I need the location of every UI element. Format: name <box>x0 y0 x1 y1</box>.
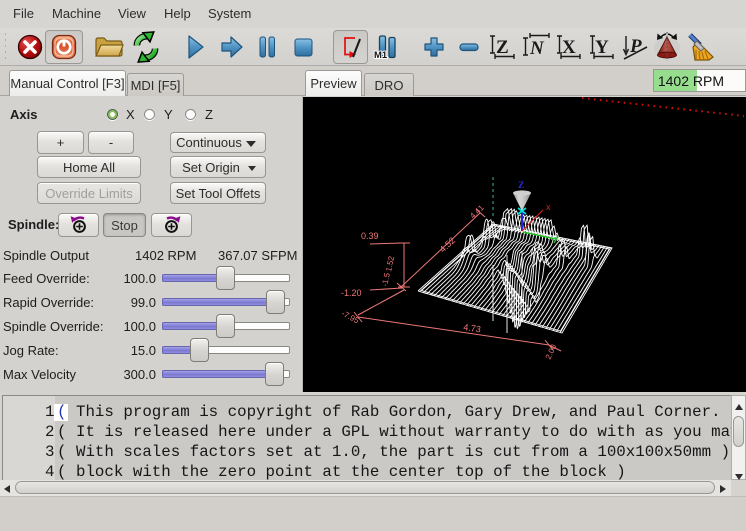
svg-text:Y: Y <box>595 37 609 58</box>
svg-text:-7.95: -7.95 <box>340 309 361 326</box>
svg-text:Z: Z <box>518 181 524 191</box>
svg-text:X: X <box>562 37 576 58</box>
svg-text:4.52: 4.52 <box>438 235 458 254</box>
svg-text:0.39: 0.39 <box>361 231 379 241</box>
svg-text:x: x <box>546 202 551 212</box>
svg-text:-1.5: -1.5 <box>380 272 392 288</box>
svg-text:4.41: 4.41 <box>468 203 486 221</box>
svg-text:N: N <box>529 38 545 59</box>
svg-text:1.52: 1.52 <box>384 255 396 273</box>
svg-text:M1: M1 <box>374 50 388 61</box>
svg-text:2.00: 2.00 <box>544 342 559 360</box>
svg-text:Z: Z <box>496 37 509 58</box>
svg-text:-1.20: -1.20 <box>341 288 362 298</box>
